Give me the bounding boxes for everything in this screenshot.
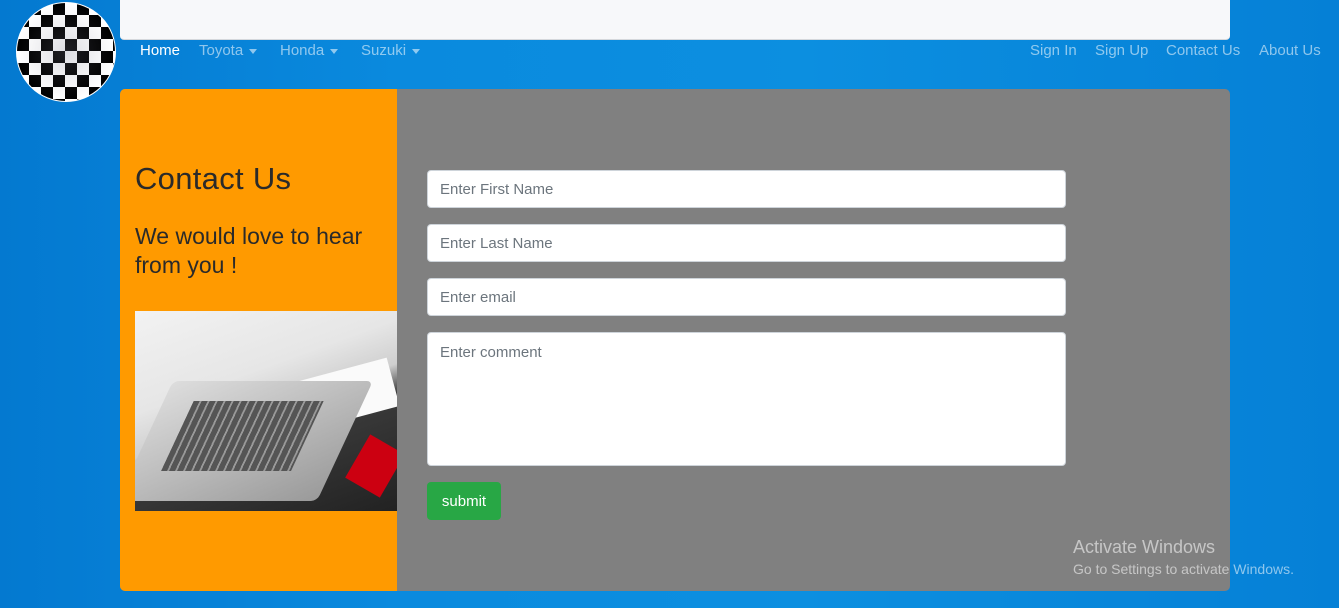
nav-contact-us[interactable]: Contact Us [1166,42,1240,59]
nav-sign-in[interactable]: Sign In [1030,42,1077,59]
laptop-photo [135,311,397,511]
nav-suzuki-dropdown[interactable]: Suzuki [361,42,421,59]
nav-toyota-dropdown[interactable]: Toyota [199,42,258,59]
brand-logo[interactable] [16,2,116,102]
contact-info-panel: Contact Us We would love to hear from yo… [120,89,397,591]
nav-sign-up[interactable]: Sign Up [1095,42,1148,59]
page-subtitle: We would love to hear from you ! [135,223,363,278]
nav-about-us[interactable]: About Us [1259,42,1321,59]
top-banner [120,0,1230,40]
caret-down-icon [249,48,258,54]
nav-home[interactable]: Home [140,42,180,59]
watermark-subtitle: Go to Settings to activate Windows. [1073,561,1294,577]
caret-down-icon [330,48,339,54]
windows-activation-watermark: Activate Windows Go to Settings to activ… [1073,537,1294,577]
first-name-input[interactable]: Enter First Name [427,170,1066,208]
comment-textarea[interactable]: Enter comment [427,332,1066,466]
contact-card: Contact Us We would love to hear from yo… [120,89,1230,591]
page-title: Contact Us [135,161,292,196]
caret-down-icon [412,48,421,54]
submit-button[interactable]: submit [427,482,501,520]
email-input[interactable]: Enter email [427,278,1066,316]
nav-honda-dropdown[interactable]: Honda [280,42,339,59]
last-name-input[interactable]: Enter Last Name [427,224,1066,262]
watermark-title: Activate Windows [1073,537,1216,557]
